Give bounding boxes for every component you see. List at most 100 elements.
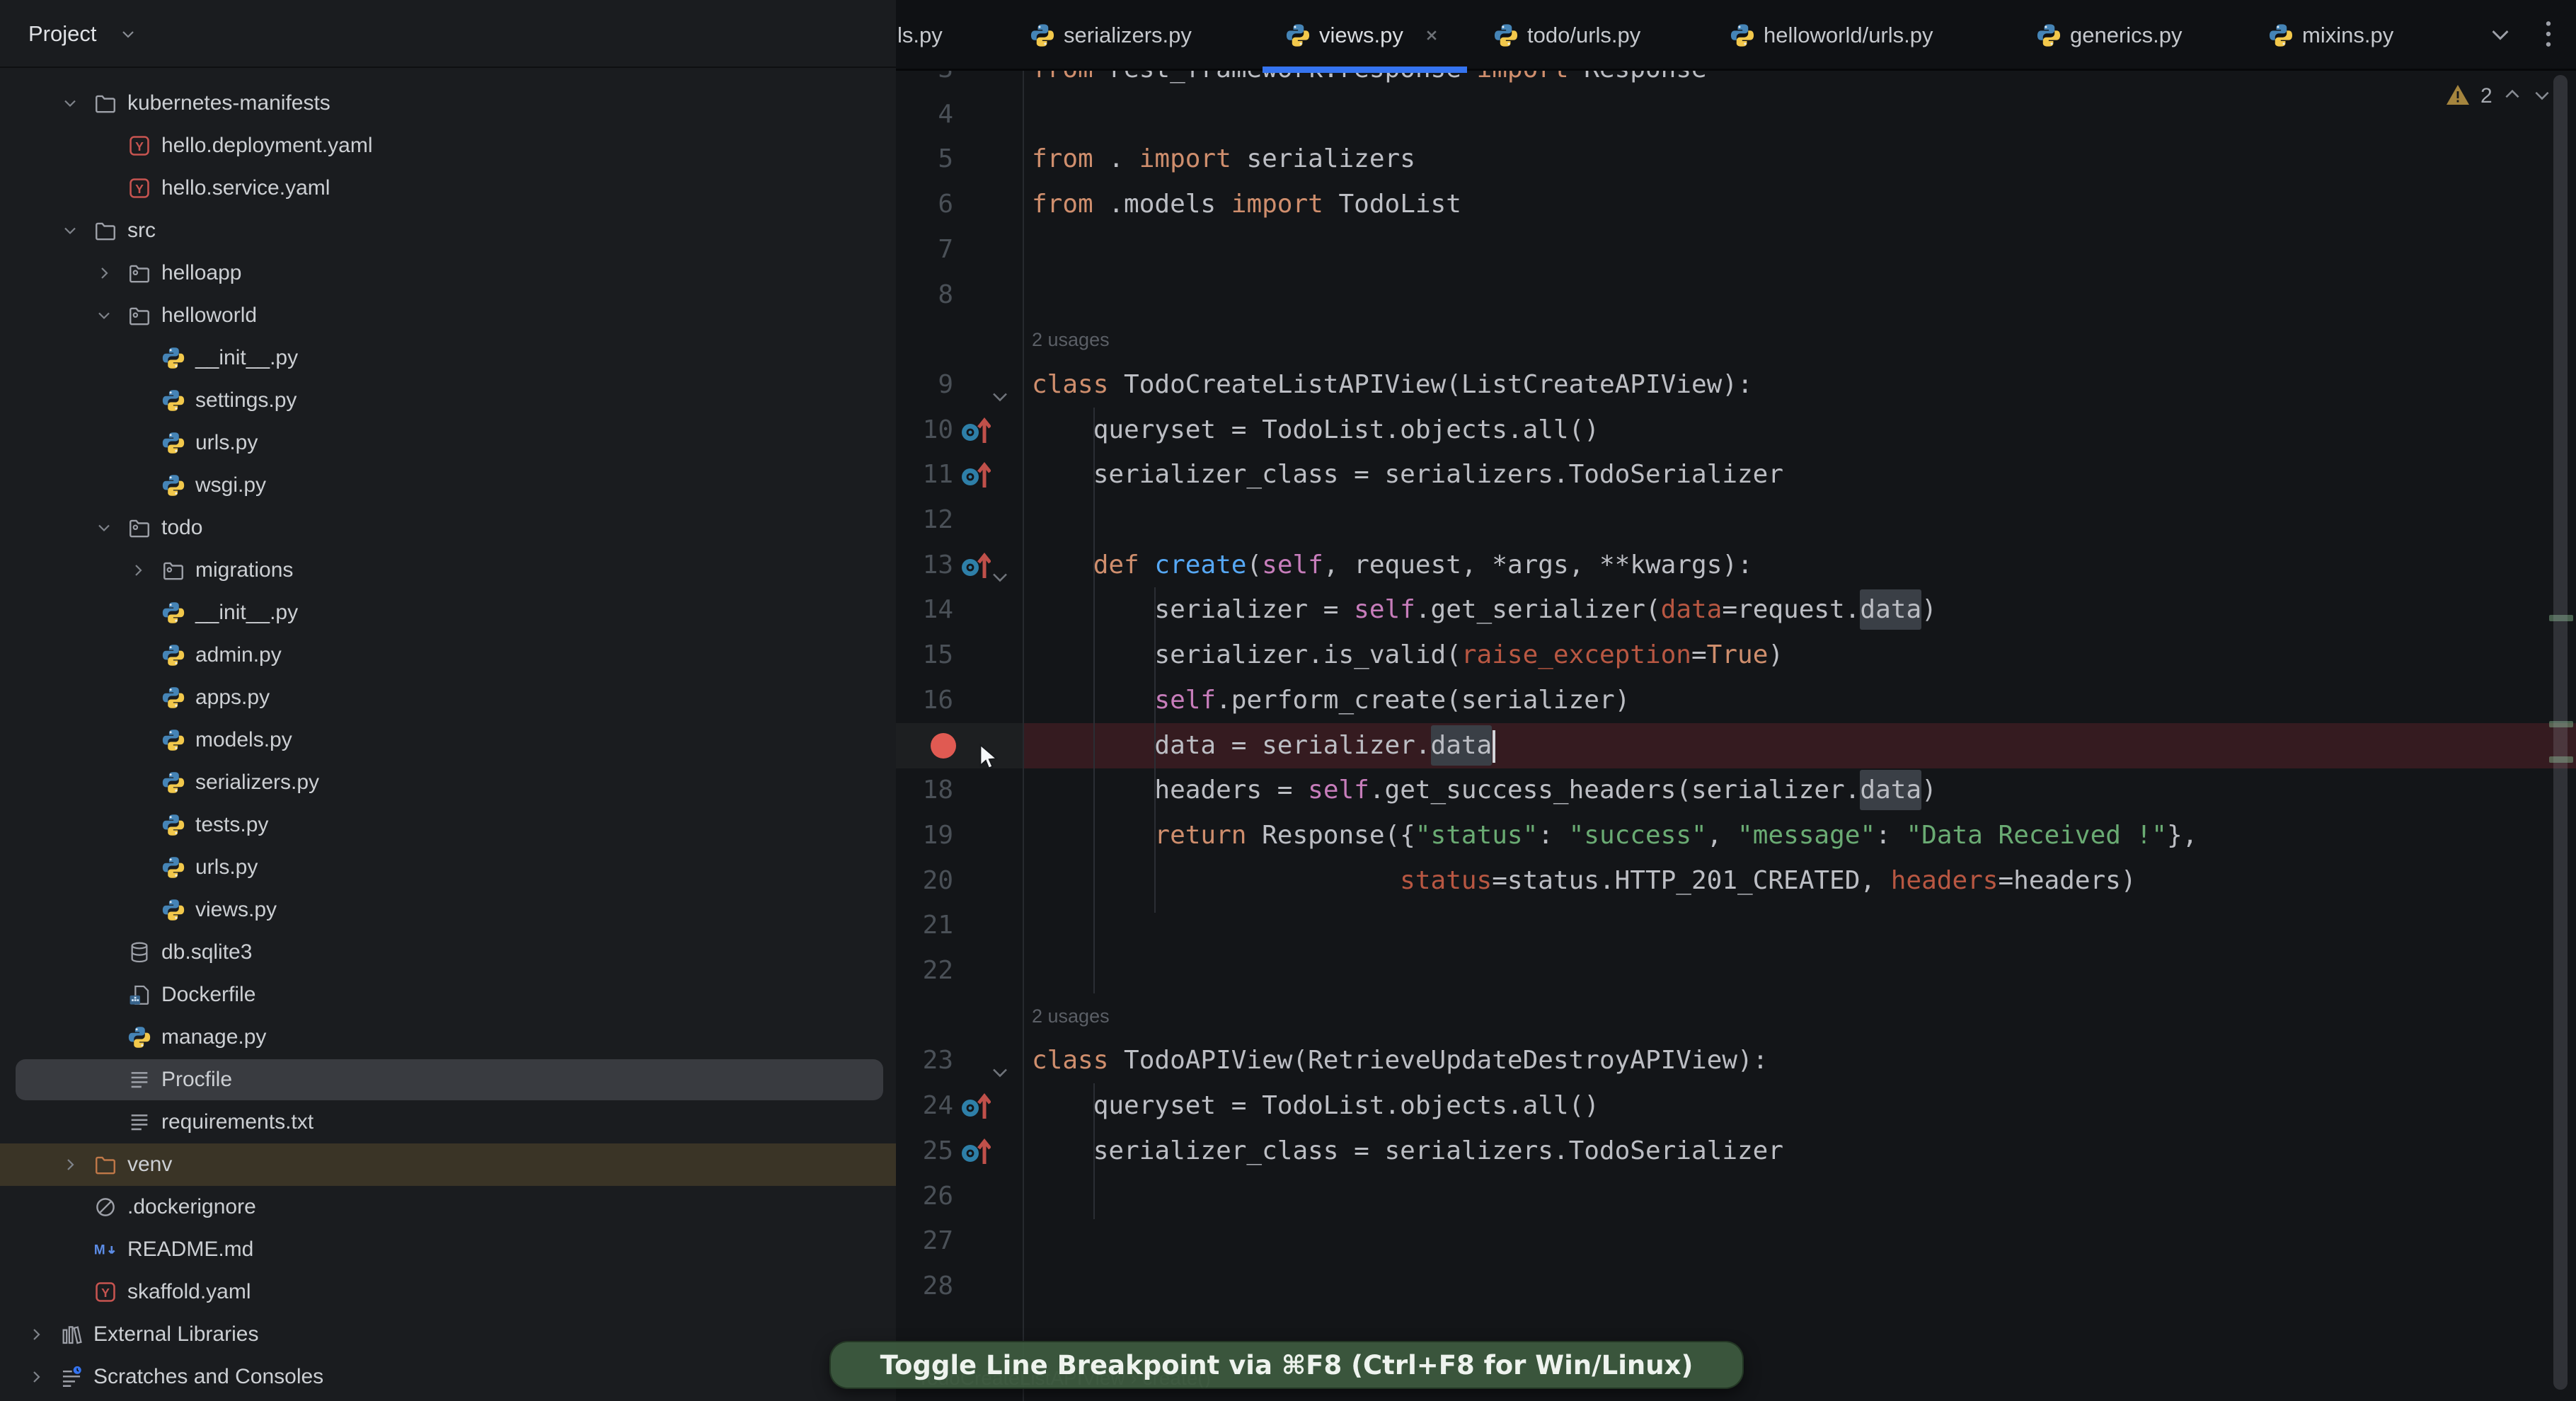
tree-item-wsgi.py[interactable]: wsgi.py: [0, 464, 896, 507]
tree-item-settings.py[interactable]: settings.py: [0, 379, 896, 422]
line-number[interactable]: 22: [896, 948, 953, 993]
line-number[interactable]: 6: [896, 182, 953, 227]
editor-scrollbar[interactable]: [2553, 75, 2568, 1390]
line-number[interactable]: 21: [896, 903, 953, 948]
tree-item--init-.py[interactable]: __init__.py: [0, 337, 896, 379]
tree-item-skaffold.yaml[interactable]: Yskaffold.yaml: [0, 1271, 896, 1313]
usages-inlay-hint[interactable]: 2 usages: [1032, 993, 1456, 1039]
tab-options-kebab-icon[interactable]: [2543, 20, 2553, 52]
line-number[interactable]: 28: [896, 1264, 953, 1309]
tree-item-dockerfile[interactable]: Dockerfile: [0, 974, 896, 1016]
line-number[interactable]: 27: [896, 1218, 953, 1264]
override-icon[interactable]: [960, 550, 991, 581]
tree-item-todo[interactable]: todo: [0, 507, 896, 549]
chevron-down-icon[interactable]: [95, 306, 113, 325]
tree-item-label: db.sqlite3: [161, 940, 253, 964]
tree-item-label: Procfile: [161, 1068, 233, 1091]
tree-item--init-.py[interactable]: __init__.py: [0, 592, 896, 634]
tree-item-tests.py[interactable]: tests.py: [0, 804, 896, 846]
chevron-right-icon[interactable]: [27, 1325, 45, 1344]
tree-item-helloworld[interactable]: helloworld: [0, 294, 896, 337]
tree-item-label: __init__.py: [195, 601, 299, 624]
line-number[interactable]: 13: [896, 543, 953, 588]
tree-item-migrations[interactable]: migrations: [0, 549, 896, 592]
line-number[interactable]: 7: [896, 227, 953, 272]
breakpoint-icon[interactable]: [931, 733, 956, 759]
tree-item-requirements.txt[interactable]: requirements.txt: [0, 1101, 896, 1143]
tree-item-kubernetes-manifests[interactable]: kubernetes-manifests: [0, 82, 896, 125]
line-number[interactable]: 25: [896, 1129, 953, 1174]
line-number[interactable]: 9: [896, 362, 953, 408]
tab-mixins.py[interactable]: mixins.py: [2246, 0, 2427, 71]
tree-item-readme.md[interactable]: M README.md: [0, 1228, 896, 1271]
tree-item-urls.py[interactable]: urls.py: [0, 846, 896, 889]
python-icon: [2268, 23, 2294, 48]
line-number[interactable]: 18: [896, 768, 953, 813]
line-number[interactable]: 23: [896, 1038, 953, 1083]
tree-item-urls.py[interactable]: urls.py: [0, 422, 896, 464]
chevron-right-icon[interactable]: [95, 264, 113, 282]
tree-item-apps.py[interactable]: apps.py: [0, 676, 896, 719]
python-icon: [161, 473, 185, 497]
chevron-down-icon[interactable]: [61, 221, 79, 240]
override-icon[interactable]: [960, 1090, 991, 1122]
line-number[interactable]: 15: [896, 633, 953, 678]
line-number[interactable]: 19: [896, 813, 953, 858]
tree-item-hello.deployment.yaml[interactable]: Yhello.deployment.yaml: [0, 125, 896, 167]
mouse-cursor: [979, 743, 999, 772]
tree-item-views.py[interactable]: views.py: [0, 889, 896, 931]
line-number[interactable]: 10: [896, 408, 953, 453]
line-number[interactable]: 4: [896, 92, 953, 137]
tab-serializers.py[interactable]: serializers.py: [1007, 0, 1235, 71]
package-icon: [127, 261, 151, 285]
tree-item-venv[interactable]: venv: [0, 1143, 896, 1186]
line-number[interactable]: 8: [896, 272, 953, 318]
fold-chevron-icon[interactable]: [991, 1051, 1009, 1078]
chevron-down-icon[interactable]: [95, 519, 113, 537]
tree-item-models.py[interactable]: models.py: [0, 719, 896, 761]
tab-todo-urls.py[interactable]: todo/urls.py: [1471, 0, 1680, 71]
line-number[interactable]: 20: [896, 858, 953, 904]
prev-problem-chevron-up-icon[interactable]: [2502, 85, 2522, 108]
code-text: def create(self, request, *args, **kwarg…: [1093, 550, 1753, 580]
fold-chevron-icon[interactable]: [991, 376, 1009, 402]
override-icon[interactable]: [960, 415, 991, 446]
tab-list-chevron-down-icon[interactable]: [2488, 22, 2512, 50]
line-number[interactable]: 12: [896, 497, 953, 543]
project-panel-title[interactable]: Project: [28, 0, 96, 68]
line-number[interactable]: 26: [896, 1174, 953, 1219]
line-number[interactable]: 24: [896, 1083, 953, 1129]
tree-item-manage.py[interactable]: manage.py: [0, 1016, 896, 1059]
tree-item-serializers.py[interactable]: serializers.py: [0, 761, 896, 804]
tab-generics.py[interactable]: generics.py: [2013, 0, 2215, 71]
project-panel-header[interactable]: Project: [0, 0, 896, 68]
tab-ls.py[interactable]: ls.py: [896, 0, 981, 71]
tree-item-external-libraries[interactable]: External Libraries: [0, 1313, 896, 1356]
usages-inlay-hint[interactable]: 2 usages: [1032, 317, 1456, 362]
tree-item-scratches-and-consoles[interactable]: Scratches and Consoles: [0, 1356, 896, 1398]
tree-item-procfile[interactable]: Procfile: [0, 1059, 896, 1101]
line-number[interactable]: 5: [896, 137, 953, 182]
chevron-down-icon[interactable]: [61, 94, 79, 113]
tree-item-helloapp[interactable]: helloapp: [0, 252, 896, 294]
line-number[interactable]: 16: [896, 678, 953, 723]
tree-item-admin.py[interactable]: admin.py: [0, 634, 896, 676]
tree-item-hello.service.yaml[interactable]: Yhello.service.yaml: [0, 167, 896, 209]
fold-chevron-icon[interactable]: [991, 556, 1009, 582]
inspections-widget[interactable]: 2: [2445, 79, 2552, 113]
chevron-right-icon[interactable]: [27, 1368, 45, 1386]
line-number[interactable]: 14: [896, 587, 953, 633]
project-title-chevron-down-icon[interactable]: [119, 25, 137, 43]
chevron-right-icon[interactable]: [61, 1155, 79, 1174]
line-number[interactable]: 11: [896, 452, 953, 497]
close-icon[interactable]: [1422, 25, 1442, 45]
chevron-right-icon[interactable]: [129, 561, 147, 580]
tab-views.py[interactable]: views.py: [1263, 0, 1467, 73]
tab-helloworld-urls.py[interactable]: helloworld/urls.py: [1707, 0, 1978, 71]
override-icon[interactable]: [960, 1136, 991, 1167]
next-problem-chevron-down-icon[interactable]: [2532, 85, 2552, 108]
override-icon[interactable]: [960, 459, 991, 490]
tree-item-src[interactable]: src: [0, 209, 896, 252]
tree-item-db.sqlite3[interactable]: db.sqlite3: [0, 931, 896, 974]
tree-item-.dockerignore[interactable]: .dockerignore: [0, 1186, 896, 1228]
